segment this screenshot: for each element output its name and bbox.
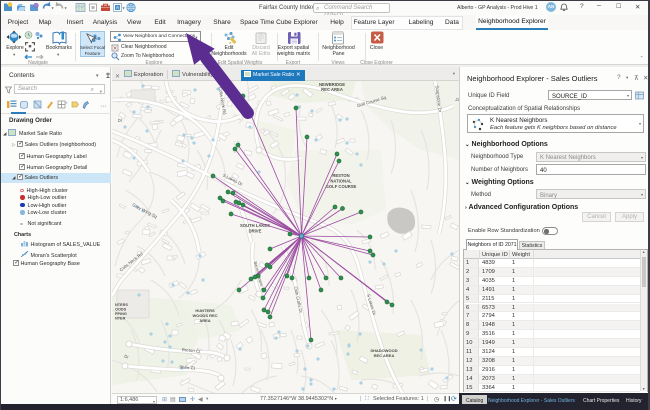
svg-text:REC AREA: REC AREA <box>374 353 395 358</box>
svg-text:NATIONAL: NATIONAL <box>330 179 352 184</box>
svg-text:Dr: Dr <box>118 118 123 123</box>
svg-text:RESTON: RESTON <box>332 173 349 178</box>
svg-text:NTERS: NTERS <box>115 303 128 307</box>
svg-text:SOUTH LAKES: SOUTH LAKES <box>240 223 270 228</box>
svg-text:▾: ▾ <box>65 6 68 11</box>
svg-text:AREA: AREA <box>199 318 210 323</box>
svg-text:NTER: NTER <box>115 317 126 321</box>
svg-text:A: A <box>116 5 119 10</box>
svg-text:▾: ▾ <box>52 6 55 11</box>
svg-text:+: + <box>65 101 68 106</box>
svg-text:OODS: OODS <box>115 308 127 312</box>
svg-text:GOLF COURSE: GOLF COURSE <box>326 184 357 189</box>
svg-text:▾: ▾ <box>123 6 126 11</box>
svg-text:REC AREA: REC AREA <box>321 87 343 92</box>
svg-text:PPING: PPING <box>115 312 127 316</box>
svg-text:DRIVE: DRIVE <box>249 229 262 234</box>
svg-text:…: … <box>100 102 107 109</box>
